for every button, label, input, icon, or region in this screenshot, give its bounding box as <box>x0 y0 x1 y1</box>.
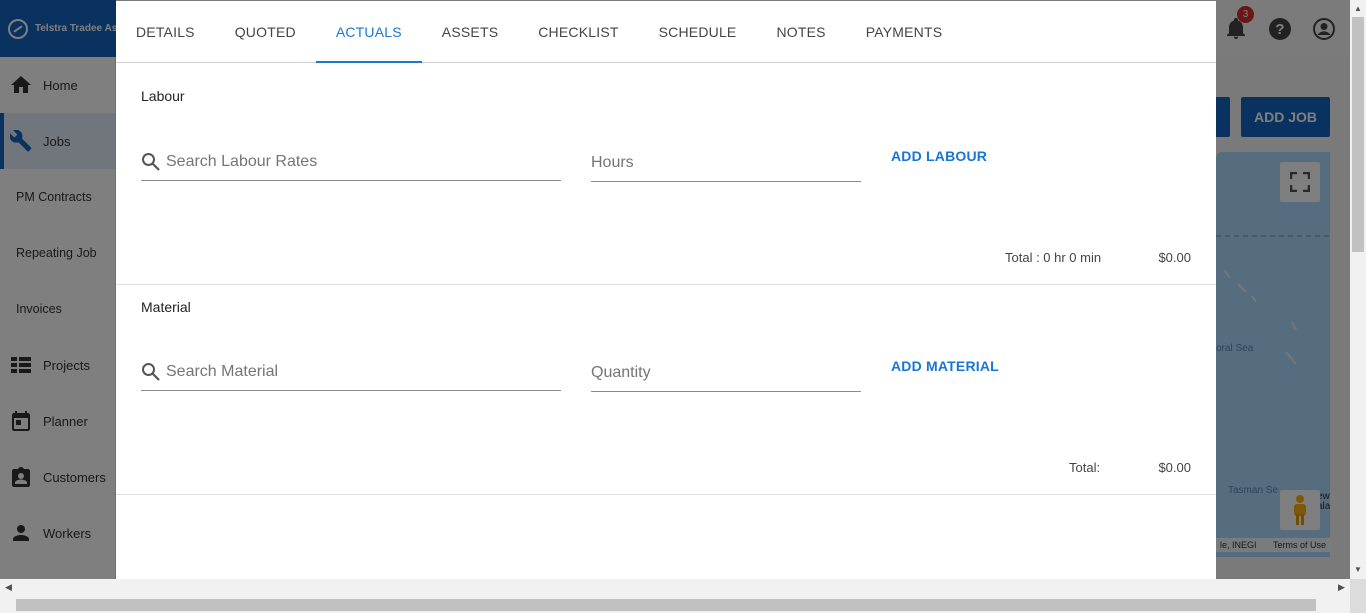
labour-total-value: $0.00 <box>1158 250 1191 265</box>
job-dialog: DETAILS QUOTED ACTUALS ASSETS CHECKLIST … <box>116 1 1216 579</box>
tab-assets[interactable]: ASSETS <box>422 1 518 62</box>
tab-checklist[interactable]: CHECKLIST <box>518 1 638 62</box>
labour-section: Labour ADD LABOUR Total : 0 hr 0 min $0.… <box>116 63 1216 285</box>
tab-schedule[interactable]: SCHEDULE <box>639 1 757 62</box>
horizontal-scrollbar[interactable]: ◀ ▶ <box>0 579 1350 613</box>
tab-actuals[interactable]: ACTUALS <box>315 1 422 63</box>
add-material-button[interactable]: ADD MATERIAL <box>891 358 999 374</box>
tab-payments[interactable]: PAYMENTS <box>846 1 963 62</box>
scroll-left-icon[interactable]: ◀ <box>5 582 12 593</box>
scroll-right-icon[interactable]: ▶ <box>1338 582 1345 593</box>
vertical-scrollbar[interactable]: ▲ ▼ <box>1350 0 1366 579</box>
horizontal-scroll-thumb[interactable] <box>16 599 1316 611</box>
labour-search-input[interactable] <box>166 143 561 180</box>
quantity-input[interactable] <box>591 354 861 391</box>
dialog-tabs: DETAILS QUOTED ACTUALS ASSETS CHECKLIST … <box>116 1 1216 63</box>
scroll-up-icon[interactable]: ▲ <box>1354 4 1362 13</box>
tab-details[interactable]: DETAILS <box>116 1 215 62</box>
labour-title: Labour <box>141 88 185 104</box>
search-icon <box>141 151 163 173</box>
hours-field <box>591 144 861 182</box>
material-title: Material <box>141 299 191 315</box>
material-section: Material ADD MATERIAL Total: $0.00 <box>116 285 1216 495</box>
material-total-label: Total: <box>1069 460 1101 475</box>
labour-total-label: Total : 0 hr 0 min <box>1005 250 1102 265</box>
add-labour-button[interactable]: ADD LABOUR <box>891 148 987 164</box>
tab-notes[interactable]: NOTES <box>756 1 845 62</box>
material-search-input[interactable] <box>166 353 561 390</box>
scroll-down-icon[interactable]: ▼ <box>1354 565 1362 574</box>
material-search-field <box>141 353 561 391</box>
vertical-scroll-thumb[interactable] <box>1352 17 1364 252</box>
search-icon <box>141 361 163 383</box>
material-total-value: $0.00 <box>1158 460 1191 475</box>
tab-quoted[interactable]: QUOTED <box>215 1 316 62</box>
quantity-field <box>591 354 861 392</box>
hours-input[interactable] <box>591 144 861 181</box>
scrollbar-corner <box>1350 579 1366 613</box>
labour-search-field <box>141 143 561 181</box>
